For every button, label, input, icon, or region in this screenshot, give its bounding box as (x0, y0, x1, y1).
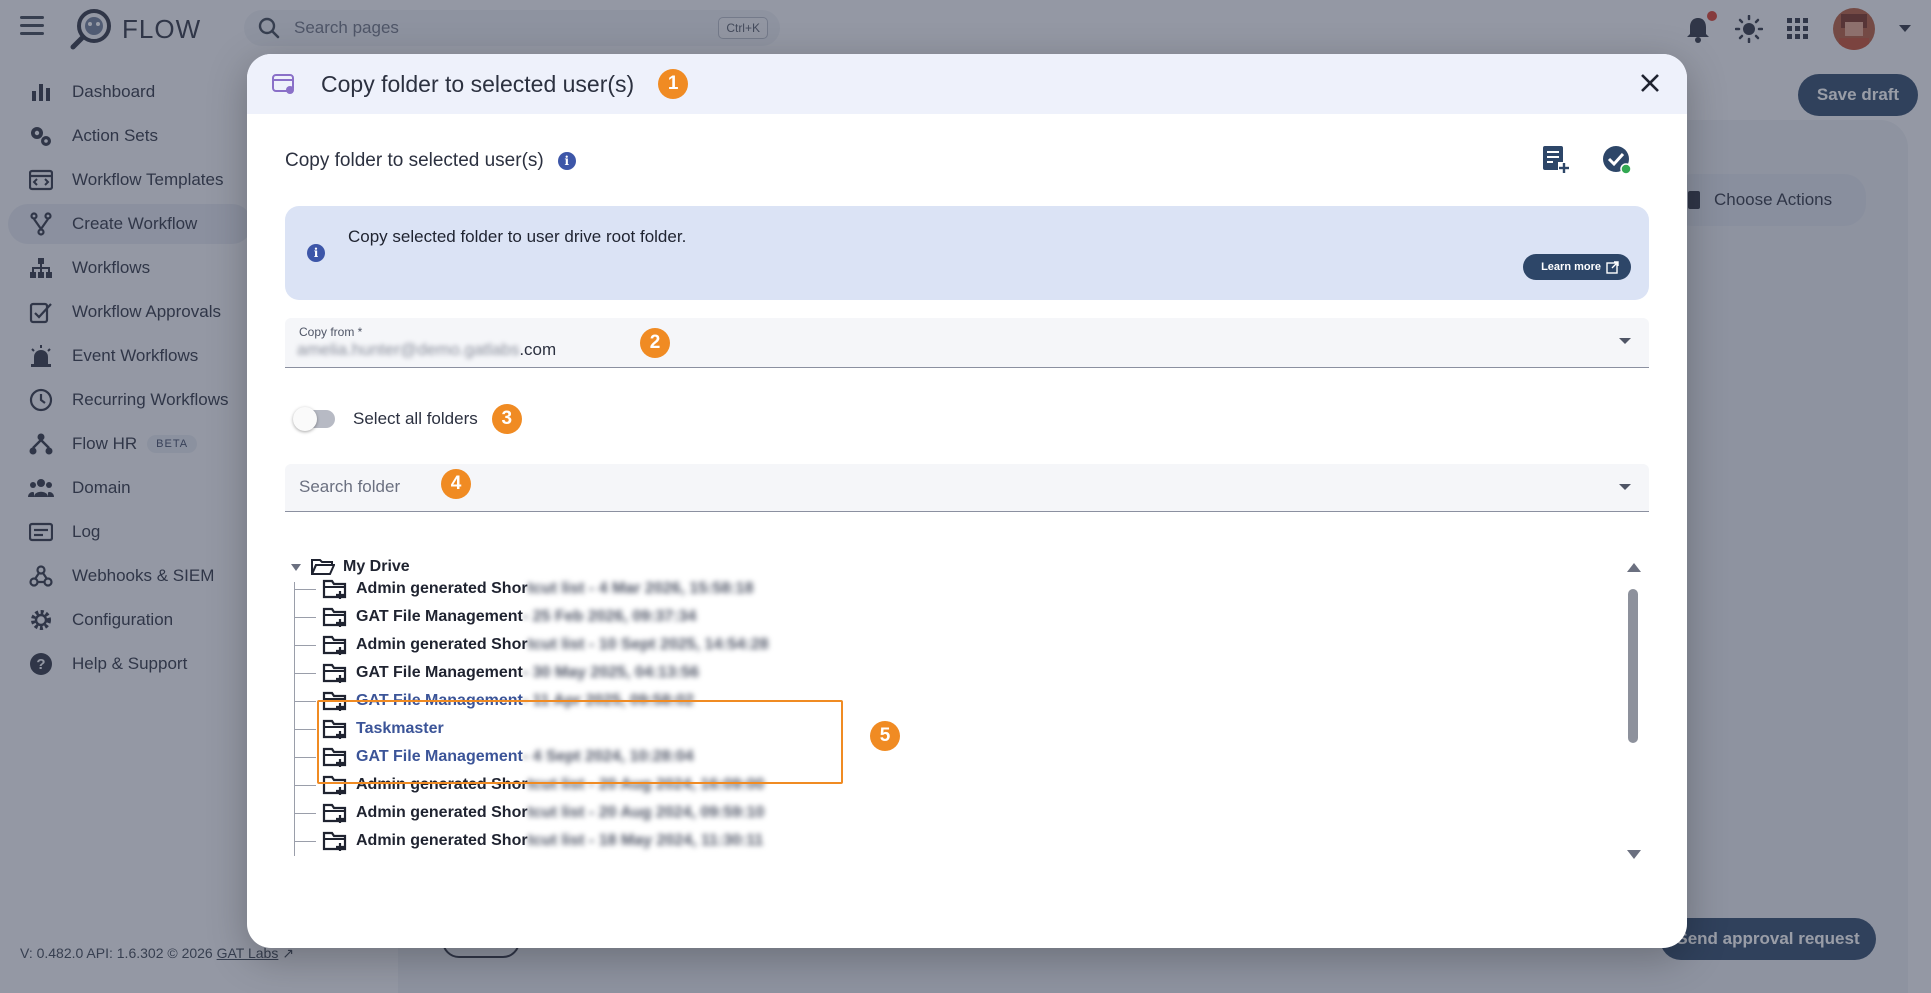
folder-name: GAT File Management (356, 608, 523, 625)
search-folder-placeholder: Search folder (299, 477, 401, 496)
section-title-row: Copy folder to selected user(s) i (285, 150, 576, 172)
folder-add-icon[interactable] (322, 662, 348, 684)
folder-name: Admin generated Shor (356, 804, 528, 821)
copy-folder-dialog: Copy folder to selected user(s) 1 Copy f… (247, 54, 1687, 948)
info-icon[interactable]: i (557, 152, 576, 170)
folder-name-redacted: tcut list - 4 Mar 2026, 15:58:18 (527, 580, 754, 597)
open-folder-icon (311, 559, 335, 575)
dropdown-caret-icon[interactable] (1619, 338, 1631, 344)
copy-from-domain: .com (519, 340, 557, 359)
copy-from-select[interactable]: Copy from * amelia.hunter@demo.gatlabs.c… (285, 318, 1649, 368)
tree-connector (294, 756, 316, 758)
scroll-thumb[interactable] (1628, 589, 1638, 743)
folder-name-redacted: - 30 May 2025, 04:13:56 (522, 664, 699, 681)
info-banner-icon: i (307, 244, 325, 262)
folder-add-icon[interactable] (322, 578, 348, 600)
toggle-knob (293, 407, 317, 431)
folder-name-redacted: tcut list - 20 Aug 2024, 09:59:10 (527, 804, 765, 821)
tree-connector (294, 588, 316, 590)
folder-copy-icon (272, 74, 294, 94)
learn-more-label: Learn more (1541, 261, 1601, 273)
tree-connector (294, 700, 316, 702)
folder-name-redacted: tcut list - 10 Sept 2025, 14:54:28 (527, 636, 769, 653)
copy-from-redacted: amelia.hunter@demo.gatlabs (297, 340, 520, 359)
close-icon[interactable] (1635, 68, 1665, 98)
check-circle-icon[interactable] (1601, 144, 1633, 176)
folder-add-icon[interactable] (322, 802, 348, 824)
tree-folder-item[interactable]: Admin generated Shor tcut list - 10 Sept … (294, 632, 769, 658)
step-badge-5: 5 (870, 721, 900, 751)
section-title: Copy folder to selected user(s) (285, 150, 544, 171)
tree-connector (294, 728, 316, 730)
add-note-icon[interactable] (1541, 144, 1571, 174)
step-badge-4: 4 (441, 469, 471, 499)
scroll-down-arrow-icon[interactable] (1627, 850, 1641, 859)
folder-add-icon[interactable] (322, 606, 348, 628)
folder-name-redacted: tcut list - 18 May 2024, 11:30:11 (527, 832, 764, 849)
folder-name: Admin generated Shor (356, 832, 528, 849)
dialog-header: Copy folder to selected user(s) 1 (247, 54, 1687, 114)
dialog-actions (1541, 144, 1633, 176)
tree-root[interactable]: My Drive (285, 558, 410, 576)
tree-connector (294, 784, 316, 786)
folder-name: Admin generated Shor (356, 636, 528, 653)
step-badge-2: 2 (640, 328, 670, 358)
step-badge-1: 1 (658, 69, 689, 99)
tree-folder-item[interactable]: Admin generated Shor tcut list - 18 May 2… (294, 828, 763, 854)
search-folder-select[interactable]: Search folder 4 (285, 464, 1649, 512)
folder-name-redacted: - 25 Feb 2026, 09:37:34 (522, 608, 697, 625)
annotation-highlight-box (317, 700, 843, 784)
tree-root-label: My Drive (343, 558, 410, 575)
info-banner: i Copy selected folder to user drive roo… (285, 206, 1649, 300)
dropdown-caret-icon[interactable] (1619, 484, 1631, 490)
info-banner-text: Copy selected folder to user drive root … (348, 227, 687, 246)
tree-connector (294, 616, 316, 618)
copy-from-label: Copy from * (299, 325, 363, 339)
select-all-label: Select all folders (353, 409, 478, 428)
tree-connector (294, 812, 316, 814)
folder-name: Admin generated Shor (356, 580, 528, 597)
tree-connector (294, 644, 316, 646)
copy-from-value: amelia.hunter@demo.gatlabs.com (297, 340, 556, 360)
tree-folder-item[interactable]: Admin generated Shor tcut list - 20 Aug 2… (294, 800, 764, 826)
select-all-row: Select all folders 3 (293, 404, 522, 434)
tree-folder-item[interactable]: Admin generated Shor tcut list - 4 Mar 20… (294, 576, 753, 602)
tree-folder-item[interactable]: GAT File Management - 25 Feb 2026, 09:37… (294, 604, 696, 630)
external-link-icon (1606, 260, 1619, 274)
tree-connector (294, 672, 316, 674)
step-badge-3: 3 (491, 404, 522, 434)
learn-more-button[interactable]: Learn more (1523, 254, 1631, 280)
select-all-toggle[interactable] (293, 407, 335, 431)
scroll-up-arrow-icon[interactable] (1627, 563, 1641, 572)
tree-connector (294, 840, 316, 842)
dialog-title: Copy folder to selected user(s) (321, 70, 635, 97)
folder-add-icon[interactable] (322, 634, 348, 656)
tree-folder-item[interactable]: GAT File Management - 30 May 2025, 04:13… (294, 660, 699, 686)
expand-triangle-icon[interactable] (291, 563, 301, 571)
tree-scrollbar[interactable] (1626, 563, 1641, 859)
folder-name: GAT File Management (356, 664, 523, 681)
folder-add-icon[interactable] (322, 830, 348, 852)
